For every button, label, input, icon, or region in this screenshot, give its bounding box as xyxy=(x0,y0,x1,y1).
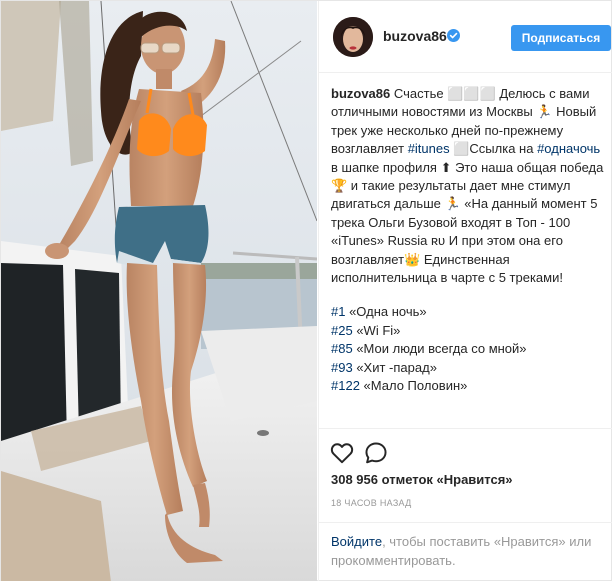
photo-illustration xyxy=(1,1,317,581)
rank-hashtag[interactable]: #1 xyxy=(331,304,345,319)
hashtag-itunes[interactable]: #itunes xyxy=(408,141,450,156)
speech-bubble-icon[interactable] xyxy=(363,440,389,466)
heart-outline-icon[interactable] xyxy=(329,440,355,466)
post-side-panel: buzova86 Подписаться buzova86 Счастье ⬜⬜… xyxy=(318,1,612,581)
rank-song: «Wi Fi» xyxy=(352,322,401,338)
post-timestamp[interactable]: 18 ЧАСОВ НАЗАД xyxy=(331,498,412,508)
avatar-image xyxy=(333,17,373,57)
login-link[interactable]: Войдите xyxy=(331,534,382,549)
rank-song: «Одна ночь» xyxy=(345,304,427,320)
caption-body: buzova86 Счастье ⬜⬜⬜ Делюсь с вами отлич… xyxy=(331,85,607,287)
post-caption: buzova86 Счастье ⬜⬜⬜ Делюсь с вами отлич… xyxy=(331,85,607,396)
rank-hashtag[interactable]: #122 xyxy=(331,378,360,393)
post-photo[interactable] xyxy=(1,1,317,581)
rank-item: #1 «Одна ночь» xyxy=(331,303,607,321)
chart-ranks-list: #1 «Одна ночь» #25 «Wi Fi» #85 «Мои люди… xyxy=(331,303,607,395)
rank-hashtag[interactable]: #25 xyxy=(331,323,353,338)
rank-item: #25 «Wi Fi» xyxy=(331,322,607,340)
username[interactable]: buzova86 xyxy=(383,28,447,44)
verified-badge-icon xyxy=(447,29,460,42)
rank-hashtag[interactable]: #93 xyxy=(331,360,353,375)
instagram-post: buzova86 Подписаться buzova86 Счастье ⬜⬜… xyxy=(0,0,612,581)
comment-prompt-text: Войдите, чтобы поставить «Нравится» или … xyxy=(331,533,607,570)
rank-item: #122 «Мало Половин» xyxy=(331,377,607,395)
post-actions xyxy=(319,428,612,468)
rank-hashtag[interactable]: #85 xyxy=(331,341,353,356)
caption-text-2: ⬜Ссылка на xyxy=(449,141,538,157)
rank-item: #85 «Мои люди всегда со мной» xyxy=(331,340,607,358)
caption-text-3: в шапке профиля ⬆ Это наша общая победа … xyxy=(331,159,604,286)
caption-username[interactable]: buzova86 xyxy=(331,86,390,101)
comment-login-prompt: Войдите, чтобы поставить «Нравится» или … xyxy=(319,522,612,581)
rank-song: «Мало Половин» xyxy=(359,378,468,394)
follow-button[interactable]: Подписаться xyxy=(511,25,611,51)
hashtag-odnanoch[interactable]: #одначочь xyxy=(537,141,600,156)
rank-item: #93 «Хит -парад» xyxy=(331,359,607,377)
rank-song: «Мои люди всегда со мной» xyxy=(352,341,527,357)
avatar[interactable] xyxy=(333,17,373,57)
post-header: buzova86 Подписаться xyxy=(319,1,612,73)
likes-count[interactable]: 308 956 отметок «Нравится» xyxy=(331,472,513,487)
rank-song: «Хит -парад» xyxy=(352,359,437,375)
